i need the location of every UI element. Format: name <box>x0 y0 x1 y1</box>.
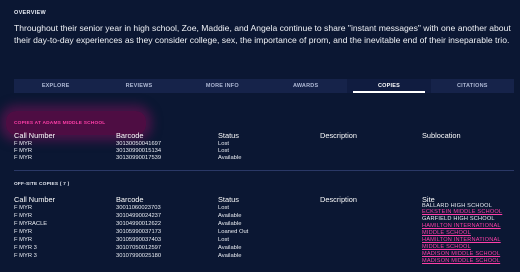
local-header-call-number: Call Number <box>14 131 56 140</box>
offsite-header-description: Description <box>320 195 357 204</box>
overview-text: Throughout their senior year in high sch… <box>14 23 511 45</box>
tab-copies[interactable]: COPIES <box>347 79 431 93</box>
tab-bar: EXPLORE REVIEWS MORE INFO AWARDS COPIES … <box>14 79 514 93</box>
local-row-1-barcode: 30130050041697 <box>116 141 162 147</box>
tab-explore[interactable]: EXPLORE <box>14 79 97 93</box>
local-row-2-barcode: 30130990015134 <box>116 148 162 154</box>
offsite-row-4-site-link[interactable]: HAMILTON INTERNATIONAL MIDDLE SCHOOL <box>422 223 514 237</box>
local-row-3-barcode: 30130990017539 <box>116 155 162 161</box>
offsite-row-5-status: Lost <box>218 237 229 243</box>
offsite-row-1-call-number: F MYR <box>14 205 33 211</box>
offsite-header-barcode: Barcode <box>116 195 144 204</box>
local-row-3-call-number: F MYR <box>14 155 33 161</box>
local-header-sublocation: Sublocation <box>422 131 461 140</box>
local-row-1-call-number: F MYR <box>14 141 33 147</box>
offsite-row-5-site-link[interactable]: HAMILTON INTERNATIONAL MIDDLE SCHOOL <box>422 237 514 251</box>
offsite-row-1-status: Lost <box>218 205 229 211</box>
offsite-row-7-barcode: 30107990025180 <box>116 253 162 259</box>
offsite-row-5-call-number: F MYR <box>14 237 33 243</box>
tab-citations[interactable]: CITATIONS <box>431 79 514 93</box>
overview-label: OVERVIEW <box>14 10 46 16</box>
offsite-row-2-barcode: 30104990024237 <box>116 213 162 219</box>
offsite-row-4-call-number: F MYR <box>14 229 33 235</box>
local-row-2-call-number: F MYR <box>14 148 33 154</box>
offsite-row-3-site-link[interactable]: GARFIELD HIGH SCHOOL <box>422 216 495 222</box>
offsite-row-1-barcode: 30011060023703 <box>116 205 161 211</box>
offsite-row-6-site-link[interactable]: MADISON MIDDLE SCHOOL <box>422 251 500 257</box>
offsite-row-3-barcode: 30104990012622 <box>116 221 162 227</box>
tab-awards[interactable]: AWARDS <box>264 79 347 93</box>
offsite-row-6-call-number: F MYR 3 <box>14 245 37 251</box>
local-header-status: Status <box>218 131 239 140</box>
local-copies-title: COPIES AT ADAMS MIDDLE SCHOOL <box>14 121 106 126</box>
offsite-row-2-call-number: F MYR <box>14 213 33 219</box>
local-row-1-status: Lost <box>218 141 229 147</box>
tab-reviews[interactable]: REVIEWS <box>97 79 180 93</box>
offsite-row-6-barcode: 30107050012597 <box>116 245 162 251</box>
local-header-description: Description <box>320 131 357 140</box>
offsite-row-3-status: Available <box>218 221 242 227</box>
section-divider <box>14 170 514 171</box>
offsite-header-status: Status <box>218 195 239 204</box>
offsite-row-4-barcode: 30105990037173 <box>116 229 162 235</box>
offsite-row-7-status: Available <box>218 253 242 259</box>
offsite-row-7-call-number: F MYR 3 <box>14 253 37 259</box>
offsite-row-2-status: Available <box>218 213 242 219</box>
offsite-copies-title: OFF-SITE COPIES ( 7 ) <box>14 182 70 187</box>
offsite-row-2-site-link[interactable]: ECKSTEIN MIDDLE SCHOOL <box>422 209 502 215</box>
tab-more-info[interactable]: MORE INFO <box>181 79 264 93</box>
offsite-row-7-site-link[interactable]: MADISON MIDDLE SCHOOL <box>422 258 500 264</box>
offsite-header-call-number: Call Number <box>14 195 56 204</box>
offsite-row-6-status: Available <box>218 245 242 251</box>
offsite-row-3-call-number: F MYRACLE <box>14 221 48 227</box>
local-row-3-status: Available <box>218 155 242 161</box>
offsite-row-4-status: Loaned Out <box>218 229 249 235</box>
local-row-2-status: Lost <box>218 148 229 154</box>
offsite-row-5-barcode: 30105990037403 <box>116 237 162 243</box>
local-header-barcode: Barcode <box>116 131 144 140</box>
